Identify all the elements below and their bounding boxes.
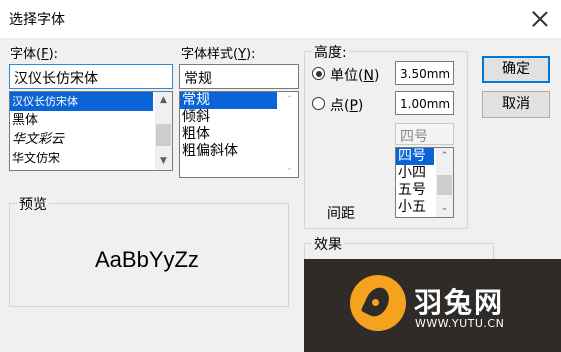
font-list-item[interactable]: 华文彩云	[10, 130, 172, 149]
font-label-text: 字体	[10, 47, 37, 62]
scroll-up-icon[interactable]: ⌃	[281, 92, 298, 109]
size-list-scrollbar[interactable]: ⌃ ⌄	[436, 148, 453, 217]
unit-label-text: 单位	[330, 68, 358, 84]
font-label: 字体(F):	[10, 47, 59, 62]
size-list-item[interactable]: 四号	[396, 148, 434, 165]
window-title: 选择字体	[9, 12, 65, 28]
font-list-scrollbar[interactable]: ▲ ▼	[155, 92, 172, 170]
logo-icon	[350, 275, 406, 331]
font-style-list[interactable]: 常规 倾斜 粗体 粗偏斜体 ⌃ ⌄	[179, 91, 299, 178]
title-bar: 选择字体	[0, 0, 561, 38]
height-group-label: 高度:	[312, 42, 349, 62]
unit-accel: N	[363, 68, 374, 84]
font-list-item[interactable]: 黑体	[10, 111, 172, 130]
unit-label: 单位(N)	[330, 68, 380, 84]
point-label: 点(P)	[330, 98, 364, 114]
scroll-down-icon[interactable]: ⌄	[281, 160, 298, 177]
font-style-input[interactable]: 常规	[179, 64, 299, 89]
cancel-button[interactable]: 取消	[482, 91, 550, 118]
scroll-thumb[interactable]	[156, 124, 171, 146]
scroll-down-icon[interactable]: ⌄	[436, 200, 453, 217]
font-style-accel: Y	[238, 47, 247, 62]
watermark-overlay: 羽兔网 WWW.YUTU.CN	[304, 259, 561, 352]
point-accel: P	[349, 98, 358, 114]
font-list-item[interactable]: 汉仪长仿宋体	[10, 92, 153, 111]
point-label-text: 点	[330, 98, 344, 114]
font-style-label: 字体样式(Y):	[181, 47, 256, 62]
font-style-item[interactable]: 常规	[180, 92, 277, 109]
watermark-brand: 羽兔网	[414, 286, 505, 319]
font-style-label-text: 字体样式	[181, 47, 234, 62]
point-value-input[interactable]: 1.00mm	[395, 91, 454, 115]
watermark-url: WWW.YUTU.CN	[415, 317, 505, 330]
size-list[interactable]: 四号 小四 五号 小五 ⌃ ⌄	[395, 147, 454, 218]
preview-label: 预览	[17, 194, 49, 214]
spacing-label: 间距	[327, 206, 355, 222]
scroll-up-icon[interactable]: ▲	[155, 92, 172, 109]
scroll-down-icon[interactable]: ▼	[155, 153, 172, 170]
effects-label: 效果	[312, 234, 344, 254]
font-style-scrollbar[interactable]: ⌃ ⌄	[281, 92, 298, 177]
scroll-up-icon[interactable]: ⌃	[436, 148, 453, 165]
ok-button[interactable]: 确定	[482, 56, 550, 83]
unit-radio[interactable]	[312, 67, 325, 80]
point-radio[interactable]	[312, 97, 325, 110]
close-icon[interactable]	[527, 6, 553, 32]
scroll-thumb[interactable]	[437, 175, 452, 195]
unit-value-input[interactable]: 3.50mm	[395, 61, 454, 85]
font-list[interactable]: 汉仪长仿宋体 黑体 华文彩云 华文仿宋 ▲ ▼	[9, 91, 173, 171]
font-name-input[interactable]: 汉仪长仿宋体	[9, 64, 173, 89]
preview-sample: AaBbYyZz	[95, 247, 199, 272]
font-accel: F	[41, 47, 49, 62]
font-list-item[interactable]: 华文仿宋	[10, 149, 172, 168]
size-input[interactable]: 四号	[395, 123, 454, 145]
